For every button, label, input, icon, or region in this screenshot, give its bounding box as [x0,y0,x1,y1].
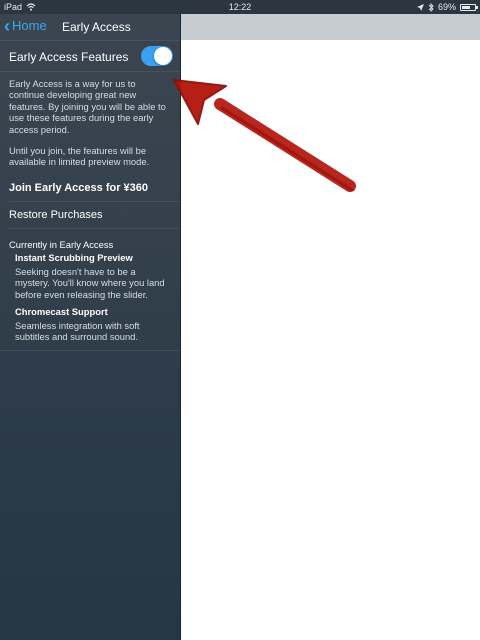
current-features-header: Currently in Early Access [9,238,114,250]
feature-title: Instant Scrubbing Preview [15,251,133,263]
sidebar: ‹ Home Early Access Early Access Feature… [0,14,181,640]
battery-fill [462,5,471,9]
back-button[interactable]: ‹ Home [4,15,47,36]
screen: iPad 12:22 69% ‹ Home Early Access Early… [0,0,480,640]
bluetooth-icon [428,2,434,12]
status-right: 69% [416,2,478,12]
battery-percent: 69% [437,2,456,12]
divider [0,349,180,351]
early-access-toggle-label: Early Access Features [9,50,129,64]
feature-description: Seamless integration with soft subtitles… [15,320,140,343]
nav-bar: ‹ Home Early Access [0,14,180,40]
early-access-toggle[interactable] [141,46,173,66]
location-icon [416,3,424,11]
back-button-label: Home [12,18,47,33]
preview-mode-text: Until you join, the features will be ava… [9,145,150,168]
divider [9,200,180,202]
status-time: 12:22 [228,2,252,12]
nav-title: Early Access [62,20,131,34]
chevron-left-icon: ‹ [4,15,10,36]
feature-title: Chromecast Support [15,306,108,318]
content-area [181,40,480,640]
divider [9,227,180,229]
restore-purchases-button[interactable]: Restore Purchases [0,207,180,223]
battery-icon [460,3,478,11]
content-header-bar [181,14,480,40]
early-access-toggle-row: Early Access Features [0,40,180,72]
status-bar: iPad 12:22 69% [0,0,480,14]
join-early-access-button[interactable]: Join Early Access for ¥360 [0,180,180,196]
toggle-knob [154,47,172,65]
feature-description: Seeking doesn't have to be a mystery. Yo… [15,265,165,300]
intro-text: Early Access is a way for us to continue… [9,78,166,135]
